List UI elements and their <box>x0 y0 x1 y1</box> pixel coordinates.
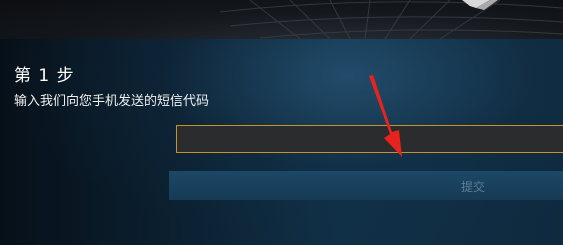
sms-code-input[interactable] <box>176 125 563 153</box>
decorative-banner <box>0 0 563 39</box>
submit-button[interactable]: 提交 <box>169 171 563 200</box>
step-description: 输入我们向您手机发送的短信代码 <box>14 94 210 109</box>
step-title: 第 1 步 <box>14 66 75 86</box>
submit-button-label: 提交 <box>461 180 486 194</box>
banner-mesh-graphic <box>219 0 563 39</box>
